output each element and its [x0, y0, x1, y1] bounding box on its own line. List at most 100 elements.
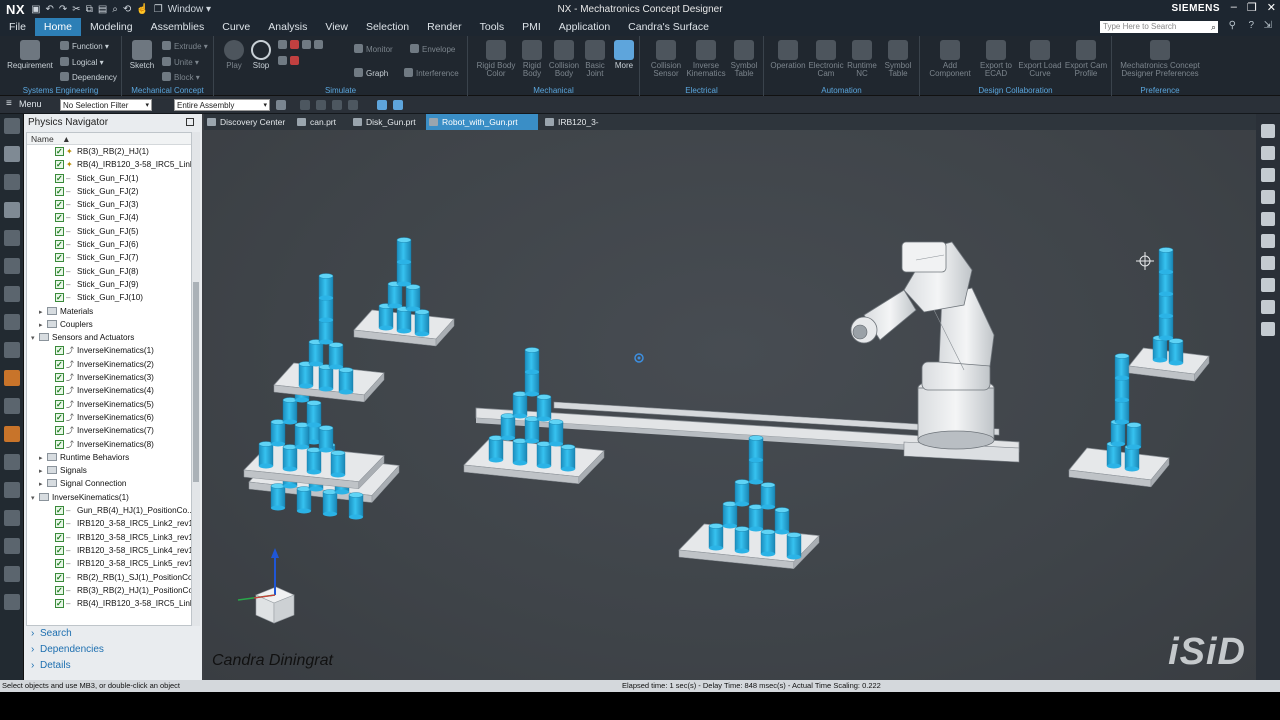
can[interactable]: [748, 435, 764, 463]
physics-navigator-icon[interactable]: [4, 258, 20, 274]
extrude-button[interactable]: Extrude ▾: [162, 41, 208, 51]
microphone-icon[interactable]: ⌕: [112, 4, 118, 15]
abb-irb120-robot[interactable]: [850, 241, 1020, 463]
more-button[interactable]: More: [612, 40, 636, 70]
collision-body-button[interactable]: Collision Body: [548, 40, 580, 78]
table-icon[interactable]: [4, 454, 20, 470]
visibility-checkbox[interactable]: [55, 544, 64, 557]
runtime-nc-button[interactable]: Runtime NC: [846, 40, 878, 78]
visibility-checkbox[interactable]: [55, 238, 64, 251]
menu-button[interactable]: Menu: [19, 99, 42, 109]
tree-row[interactable]: ⤴InverseKinematics(3): [27, 371, 191, 384]
snapshot-icon[interactable]: [290, 56, 299, 65]
target-icon[interactable]: [314, 40, 323, 49]
redo-icon[interactable]: ↷: [59, 4, 67, 15]
select-all-icon[interactable]: [300, 100, 310, 110]
visibility-checkbox[interactable]: [55, 517, 64, 531]
visibility-checkbox[interactable]: [55, 571, 64, 584]
can[interactable]: [318, 273, 334, 301]
expand-icon[interactable]: ▸: [39, 306, 47, 319]
tree-row[interactable]: ⤴InverseKinematics(6): [27, 411, 191, 424]
view-orient-icon[interactable]: [1261, 256, 1275, 270]
panel-search[interactable]: Search: [26, 626, 200, 642]
minimize-panel-icon[interactable]: [186, 118, 194, 126]
visibility-checkbox[interactable]: [55, 358, 64, 371]
menu-candra-s-surface[interactable]: Candra's Surface: [619, 18, 718, 36]
can[interactable]: [708, 523, 724, 551]
display-icon[interactable]: [4, 398, 20, 414]
can[interactable]: [748, 504, 764, 532]
can[interactable]: [282, 444, 298, 472]
scope-dropdown[interactable]: Entire Assembly ▾: [174, 99, 270, 111]
can[interactable]: [734, 526, 750, 554]
visibility-checkbox[interactable]: [55, 557, 64, 571]
export-to-ecad-button[interactable]: Export to ECAD: [976, 40, 1016, 78]
can[interactable]: [296, 486, 312, 514]
interference-button[interactable]: Interference: [404, 68, 459, 78]
shaded-view-icon[interactable]: [377, 100, 387, 110]
can[interactable]: [722, 501, 738, 529]
tree-row[interactable]: –Stick_Gun_FJ(10): [27, 291, 191, 305]
menu-render[interactable]: Render: [418, 18, 470, 36]
logical-button[interactable]: Logical ▾: [60, 57, 104, 67]
clip-icon[interactable]: [1261, 278, 1275, 292]
cad-model-icon[interactable]: [4, 370, 20, 386]
can[interactable]: [488, 435, 504, 463]
tree-row[interactable]: –Stick_Gun_FJ(9): [27, 278, 191, 291]
window-menu[interactable]: Window ▾: [168, 4, 211, 15]
can[interactable]: [306, 447, 322, 475]
platform-front-center[interactable]: [678, 435, 820, 570]
highlight-icon[interactable]: [1261, 234, 1275, 248]
can[interactable]: [500, 413, 516, 441]
platform-top-left[interactable]: [353, 237, 455, 347]
can[interactable]: [348, 492, 364, 520]
can[interactable]: [1168, 338, 1184, 366]
operation-button[interactable]: Operation: [770, 40, 806, 70]
visibility-checkbox[interactable]: [55, 344, 64, 358]
display-settings-icon[interactable]: [1261, 322, 1275, 336]
view-triad[interactable]: [237, 548, 295, 624]
visibility-checkbox[interactable]: [55, 597, 64, 610]
can[interactable]: [270, 483, 286, 511]
tree-row[interactable]: –RB(4)_IRB120_3-58_IRC5_Link...: [27, 597, 191, 610]
visibility-checkbox[interactable]: [55, 438, 64, 451]
can[interactable]: [536, 441, 552, 469]
parts-list-icon[interactable]: [4, 230, 20, 246]
tree-row[interactable]: ▾ Sensors and Actuators: [27, 331, 191, 344]
zoom-view-icon[interactable]: [1261, 146, 1275, 160]
tab-irb120-3-58-irc5-rev1-step-prt[interactable]: IRB120_3-58_IRC5_rev1_step.prt: [542, 114, 682, 143]
system-icon[interactable]: [4, 594, 20, 610]
tools-icon[interactable]: [4, 510, 20, 526]
name-column-header[interactable]: Name ▲: [27, 133, 191, 145]
graph-button[interactable]: Graph: [354, 68, 388, 78]
save-icon[interactable]: ▣: [31, 4, 40, 15]
tree-row[interactable]: ▸ Couplers: [27, 318, 191, 331]
visibility-checkbox[interactable]: [55, 185, 64, 198]
visibility-checkbox[interactable]: [55, 251, 64, 265]
tree-row[interactable]: –Stick_Gun_FJ(7): [27, 251, 191, 265]
dependency-button[interactable]: Dependency: [60, 72, 117, 82]
touch-icon[interactable]: ☝: [136, 4, 148, 15]
cut-icon[interactable]: ✂: [72, 4, 80, 15]
tree-row[interactable]: –Stick_Gun_FJ(4): [27, 211, 191, 225]
can[interactable]: [786, 532, 802, 560]
can[interactable]: [1126, 422, 1142, 450]
can[interactable]: [270, 419, 286, 447]
can[interactable]: [760, 482, 776, 510]
undo-icon[interactable]: ↶: [46, 4, 54, 15]
selection-filter-dropdown[interactable]: No Selection Filter ▾: [60, 99, 152, 111]
reuse-library-icon[interactable]: [4, 566, 20, 582]
block-button[interactable]: Block ▾: [162, 72, 200, 82]
menu-application[interactable]: Application: [550, 18, 619, 36]
platform-right-high[interactable]: [1128, 247, 1210, 382]
function-button[interactable]: Function ▾: [60, 41, 109, 51]
menu-modeling[interactable]: Modeling: [81, 18, 142, 36]
electronic-cam-button[interactable]: Electronic Cam: [808, 40, 844, 78]
tree-row[interactable]: ✦ RB(4)_IRB120_3-58_IRC5_Link...: [27, 158, 191, 172]
expand-icon[interactable]: ▸: [39, 452, 47, 465]
can[interactable]: [512, 438, 528, 466]
expand-icon[interactable]: ▸: [39, 319, 47, 332]
panel-details[interactable]: Details: [26, 658, 200, 674]
tree-row[interactable]: –Stick_Gun_FJ(8): [27, 265, 191, 278]
menu-file[interactable]: File: [0, 18, 35, 36]
